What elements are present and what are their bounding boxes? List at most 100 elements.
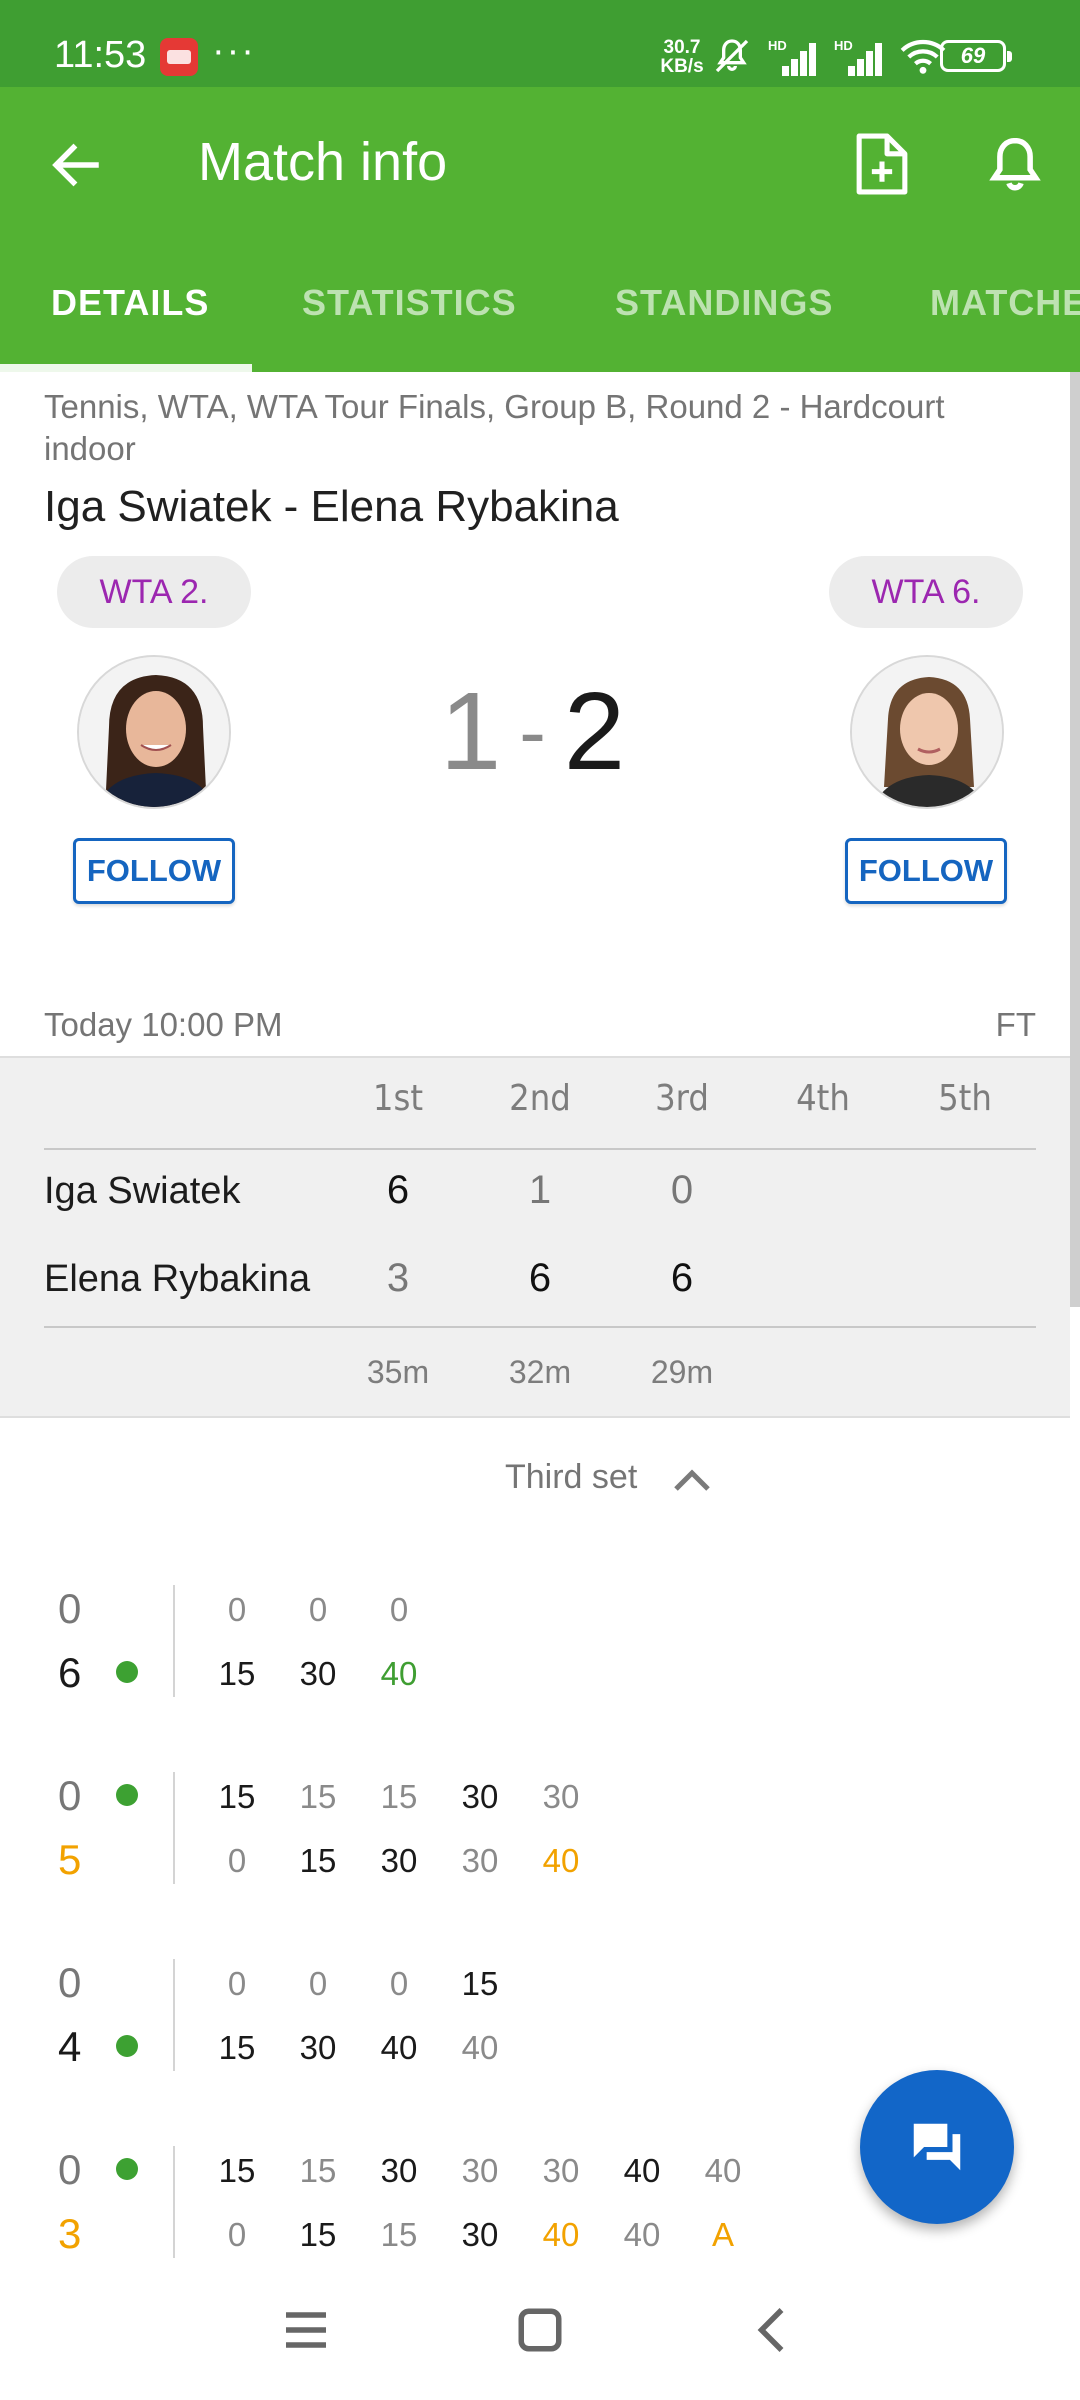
home-point: 15 xyxy=(218,1778,256,1815)
away-set-score: 6 xyxy=(670,1256,694,1300)
tab-standings[interactable]: STANDINGS xyxy=(615,282,833,324)
away-set-score: 6 xyxy=(528,1256,552,1300)
network-speed-value: 30.7 xyxy=(663,37,701,58)
tab-matches[interactable]: MATCHES xyxy=(930,282,1080,324)
home-point: 0 xyxy=(389,1965,409,2002)
away-point: 40 xyxy=(461,2029,499,2066)
set-duration: 32m xyxy=(508,1354,572,1390)
set-duration: 35m xyxy=(366,1354,430,1390)
home-point: 15 xyxy=(461,1965,499,2002)
home-player-name: Iga Swiatek xyxy=(44,1170,241,1212)
home-point: 15 xyxy=(299,2152,337,2189)
signal-hd-label: HD xyxy=(768,38,787,53)
home-point: 15 xyxy=(299,1778,337,1815)
back-chevron-icon[interactable] xyxy=(744,2300,804,2360)
home-point: 40 xyxy=(623,2152,661,2189)
home-player-avatar[interactable] xyxy=(77,655,231,809)
status-icons: HD HD xyxy=(712,36,946,76)
away-games: 4 xyxy=(58,2023,82,2070)
away-point: 30 xyxy=(461,2216,499,2253)
away-point: 30 xyxy=(299,2029,337,2066)
home-point: 0 xyxy=(308,1591,328,1628)
game-row: 0 6 0 0 0 15 30 40 xyxy=(0,1585,1080,1735)
away-player-name: Elena Rybakina xyxy=(44,1258,311,1300)
away-point: 40 xyxy=(542,2216,580,2253)
status-more-indicator: ··· xyxy=(212,30,256,72)
away-point: 30 xyxy=(380,1842,418,1879)
scrollbar[interactable] xyxy=(1070,372,1080,1307)
set-header: 4th xyxy=(796,1078,850,1119)
away-set-score: 3 xyxy=(386,1256,410,1300)
home-point: 40 xyxy=(704,2152,742,2189)
away-point: 15 xyxy=(380,2216,418,2253)
set-header: 2nd xyxy=(509,1078,571,1119)
chat-icon xyxy=(913,2123,961,2171)
game-row: 0 5 15 15 15 30 30 0 15 30 30 40 xyxy=(0,1772,1080,1922)
home-games: 0 xyxy=(58,1959,82,2006)
system-navigation-bar xyxy=(0,2258,1080,2400)
home-games: 0 xyxy=(58,1772,82,1819)
serve-indicator xyxy=(116,2158,138,2180)
home-square-icon[interactable] xyxy=(510,2300,570,2360)
add-document-icon[interactable] xyxy=(852,131,912,197)
home-point: 30 xyxy=(380,2152,418,2189)
game-divider xyxy=(173,2146,175,2258)
tab-bar: DETAILS STATISTICS STANDINGS MATCHES xyxy=(0,242,1080,372)
battery-indicator: 69 xyxy=(940,40,1012,72)
away-player-photo xyxy=(852,657,1002,807)
home-point: 0 xyxy=(227,1965,247,2002)
breadcrumb: Tennis, WTA, WTA Tour Finals, Group B, R… xyxy=(44,388,945,467)
home-set-score: 1 xyxy=(528,1168,552,1212)
status-time: 11:53 xyxy=(54,34,147,76)
score-separator: - xyxy=(519,687,546,776)
network-speed: 30.7 KB/s xyxy=(656,38,708,76)
set-header: 1st xyxy=(372,1078,424,1119)
away-point: 30 xyxy=(299,1655,337,1692)
home-set-score: 0 xyxy=(670,1168,694,1212)
away-point: 15 xyxy=(218,1655,256,1692)
signal-icon-1: HD xyxy=(768,38,818,76)
away-games: 5 xyxy=(58,1836,82,1883)
home-follow-button[interactable]: FOLLOW xyxy=(73,838,235,904)
divider xyxy=(44,1326,1036,1328)
chevron-up-icon[interactable] xyxy=(672,1464,712,1494)
signal-hd-label-2: HD xyxy=(834,38,853,53)
home-point: 0 xyxy=(389,1591,409,1628)
home-set-score: 6 xyxy=(386,1168,410,1212)
active-tab-indicator xyxy=(0,364,252,372)
away-point: 40 xyxy=(623,2216,661,2253)
home-score: 1 xyxy=(440,670,502,793)
home-point: 0 xyxy=(308,1965,328,2002)
back-arrow-icon[interactable] xyxy=(46,135,106,195)
menu-icon[interactable] xyxy=(276,2300,336,2360)
status-bar: 11:53 ··· 30.7 KB/s HD HD 69 xyxy=(0,0,1080,87)
signal-icon-2: HD xyxy=(834,38,884,76)
match-start-time: Today 10:00 PM xyxy=(44,1006,283,1043)
home-point: 30 xyxy=(461,2152,499,2189)
screen: 11:53 ··· 30.7 KB/s HD HD 69 Match info … xyxy=(0,0,1080,2400)
serve-indicator xyxy=(116,1784,138,1806)
set-selector-label[interactable]: Third set xyxy=(505,1458,637,1497)
away-games: 3 xyxy=(58,2210,82,2257)
match-score: 1-2 xyxy=(440,668,625,795)
home-point: 0 xyxy=(227,1591,247,1628)
match-status: FT xyxy=(995,1006,1036,1043)
home-point: 15 xyxy=(380,1778,418,1815)
home-point: 30 xyxy=(461,1778,499,1815)
home-games: 0 xyxy=(58,1585,82,1632)
away-score: 2 xyxy=(563,670,626,793)
network-speed-unit: KB/s xyxy=(660,56,704,77)
away-point: 0 xyxy=(227,1842,247,1879)
home-games: 0 xyxy=(58,2146,82,2193)
away-player-avatar[interactable] xyxy=(850,655,1004,809)
home-point: 30 xyxy=(542,1778,580,1815)
tab-statistics[interactable]: STATISTICS xyxy=(302,282,517,324)
bell-icon[interactable] xyxy=(982,131,1048,197)
home-player-photo xyxy=(79,657,229,807)
chat-button[interactable] xyxy=(860,2070,1014,2224)
home-rank-badge: WTA 2. xyxy=(57,556,251,628)
set-scores-table: 1st 2nd 3rd 4th 5th Iga Swiatek 6 1 0 El… xyxy=(0,1056,1070,1418)
home-point: 15 xyxy=(218,2152,256,2189)
tab-details[interactable]: DETAILS xyxy=(51,282,209,324)
away-follow-button[interactable]: FOLLOW xyxy=(845,838,1007,904)
